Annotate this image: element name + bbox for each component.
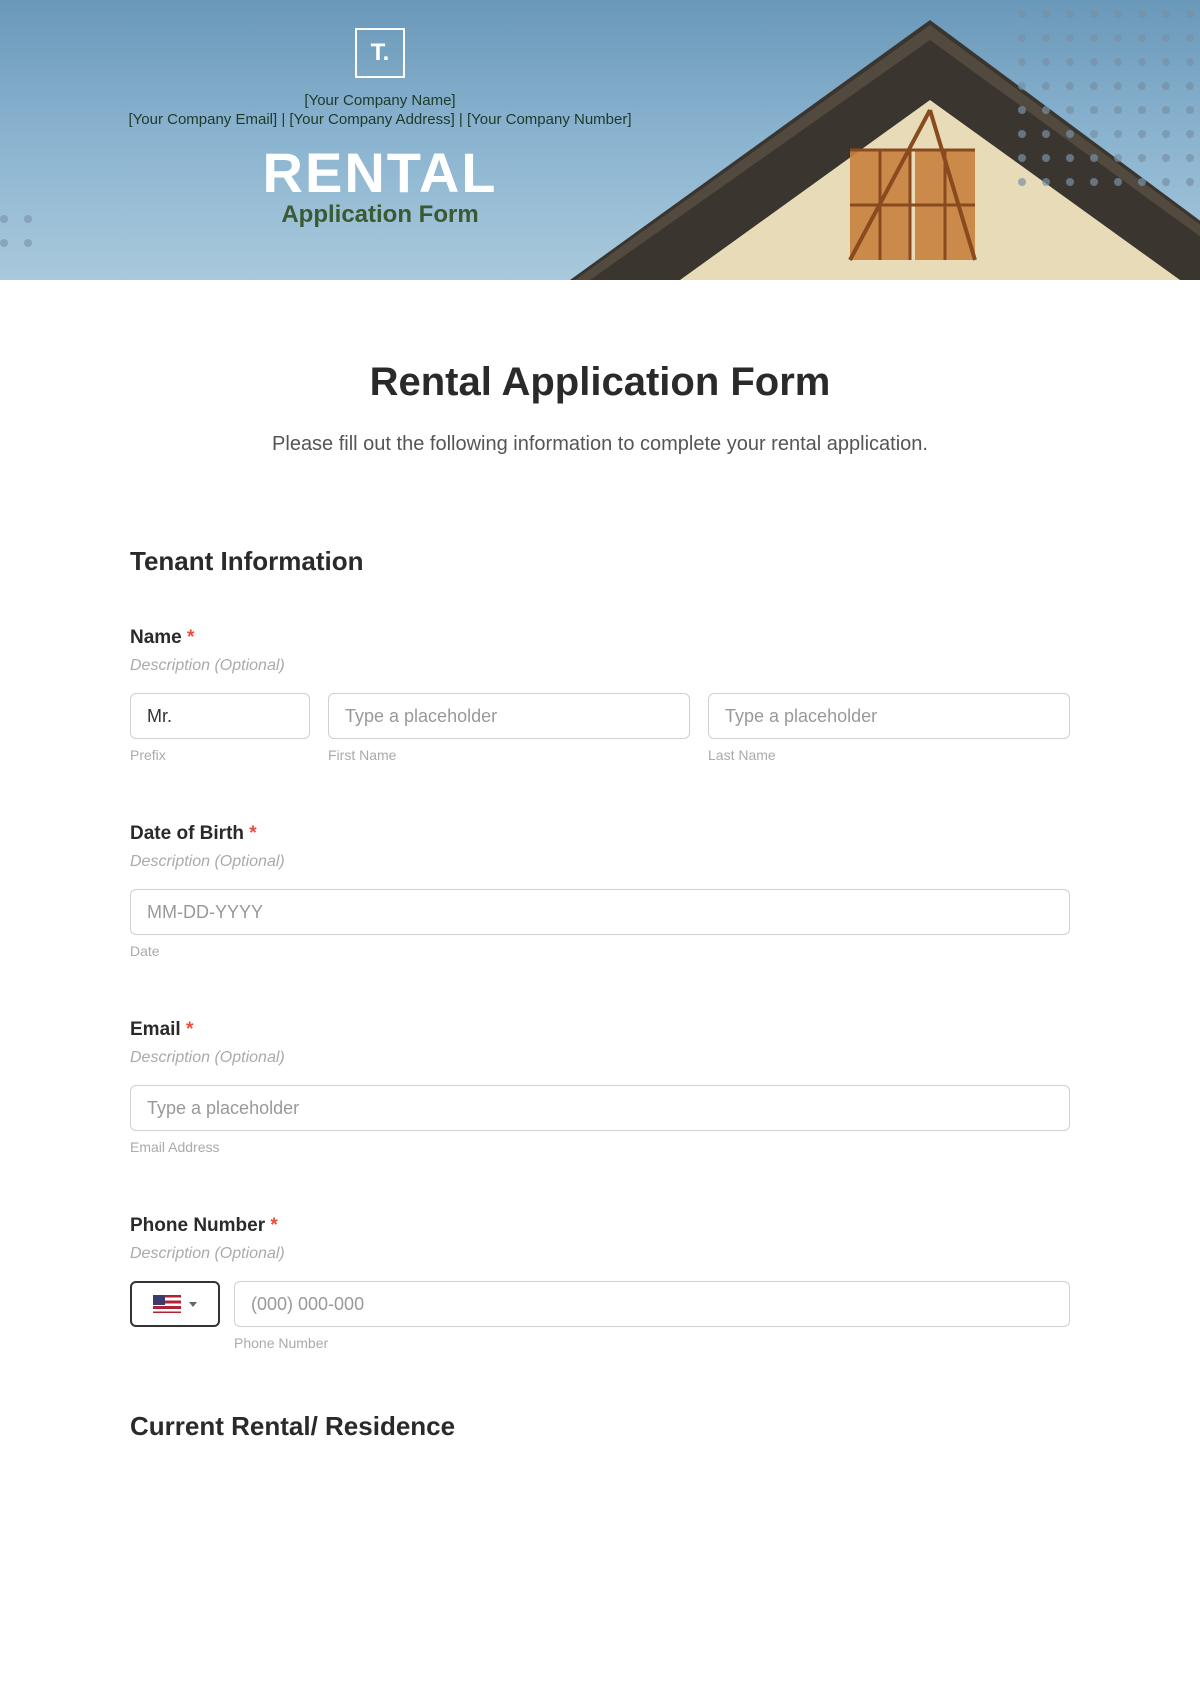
name-desc: Description (Optional) [130,657,1070,675]
prefix-input[interactable] [130,693,310,739]
page-title: Rental Application Form [130,360,1070,405]
dots-top-right [1018,10,1200,192]
name-label-text: Name [130,627,182,648]
last-name-sublabel: Last Name [708,747,1070,763]
last-name-input[interactable] [708,693,1070,739]
name-label: Name * [130,627,1070,649]
us-flag-icon [153,1295,181,1313]
phone-input[interactable] [234,1281,1070,1327]
banner-title: RENTAL [60,140,700,205]
phone-label: Phone Number * [130,1215,1070,1237]
email-label: Email * [130,1019,1070,1041]
banner-content: T. [Your Company Name] [Your Company Ema… [60,28,700,229]
field-email: Email * Description (Optional) Email Add… [130,1019,1070,1155]
logo-text: T. [371,39,390,67]
field-name: Name * Description (Optional) Prefix Fir… [130,627,1070,763]
dob-desc: Description (Optional) [130,853,1070,871]
form-container: Rental Application Form Please fill out … [0,280,1200,1532]
email-input[interactable] [130,1085,1070,1131]
section-current-heading: Current Rental/ Residence [130,1411,1070,1442]
dob-label-text: Date of Birth [130,823,244,844]
email-sublabel: Email Address [130,1139,1070,1155]
dob-sublabel: Date [130,943,1070,959]
first-name-sublabel: First Name [328,747,690,763]
section-tenant-heading: Tenant Information [130,546,1070,577]
company-contact: [Your Company Email] | [Your Company Add… [60,111,700,128]
phone-label-text: Phone Number [130,1215,265,1236]
phone-sublabel: Phone Number [234,1335,1070,1351]
required-marker: * [187,627,194,648]
required-marker: * [186,1019,193,1040]
field-phone: Phone Number * Description (Optional) Ph… [130,1215,1070,1351]
chevron-down-icon [189,1302,197,1307]
phone-desc: Description (Optional) [130,1245,1070,1263]
dots-left [0,215,38,253]
field-dob: Date of Birth * Description (Optional) D… [130,823,1070,959]
company-name: [Your Company Name] [60,92,700,109]
required-marker: * [270,1215,277,1236]
page-subtitle: Please fill out the following informatio… [130,433,1070,456]
dob-label: Date of Birth * [130,823,1070,845]
logo-box: T. [355,28,405,78]
email-desc: Description (Optional) [130,1049,1070,1067]
prefix-sublabel: Prefix [130,747,310,763]
banner-subtitle: Application Form [60,201,700,229]
required-marker: * [249,823,256,844]
country-code-select[interactable] [130,1281,220,1327]
email-label-text: Email [130,1019,181,1040]
first-name-input[interactable] [328,693,690,739]
dob-input[interactable] [130,889,1070,935]
